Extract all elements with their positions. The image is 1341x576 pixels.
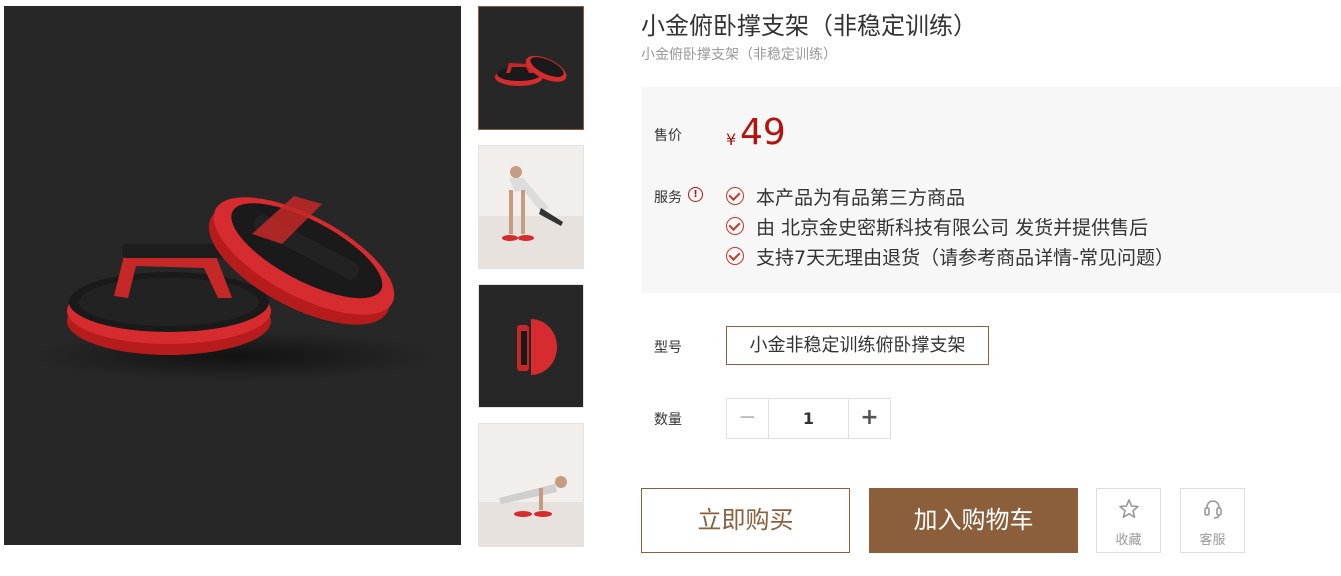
quantity-increase-button[interactable]: + bbox=[848, 399, 890, 438]
service-item-text: 本产品为有品第三方商品 bbox=[756, 186, 966, 209]
thumbnail-3[interactable] bbox=[478, 284, 584, 408]
man-pushup-side-thumb bbox=[479, 424, 583, 546]
service-item: 本产品为有品第三方商品 bbox=[726, 181, 1174, 211]
service-item-text: 支持7天无理由退货（请参考商品详情-常见问题） bbox=[756, 246, 1174, 269]
buy-now-button[interactable]: 立即购买 bbox=[641, 488, 850, 553]
product-subtitle: 小金俯卧撑支架（非稳定训练） bbox=[641, 47, 837, 63]
services-list: 本产品为有品第三方商品 由 北京金史密斯科技有限公司 发货并提供售后 支持7天无… bbox=[726, 181, 1174, 271]
price-value: 49 bbox=[740, 112, 786, 153]
quantity-label: 数量 bbox=[654, 412, 682, 428]
check-circle-icon bbox=[726, 217, 744, 235]
quantity-stepper: − + bbox=[726, 398, 891, 439]
service-item: 由 北京金史密斯科技有限公司 发货并提供售后 bbox=[726, 211, 1174, 241]
model-option-selected[interactable]: 小金非稳定训练俯卧撑支架 bbox=[726, 326, 989, 365]
info-alert-icon[interactable]: ! bbox=[688, 187, 703, 202]
service-item: 支持7天无理由退货（请参考商品详情-常见问题） bbox=[726, 241, 1174, 271]
price-label: 售价 bbox=[654, 128, 682, 144]
add-to-cart-button[interactable]: 加入购物车 bbox=[869, 488, 1078, 553]
star-icon bbox=[1119, 499, 1139, 518]
main-product-image bbox=[4, 6, 461, 545]
thumbnail-1[interactable] bbox=[478, 6, 584, 130]
pushup-stand-top-thumb bbox=[479, 285, 583, 407]
quantity-input[interactable] bbox=[769, 399, 848, 438]
quantity-decrease-button[interactable]: − bbox=[727, 399, 769, 438]
product-title: 小金俯卧撑支架（非稳定训练） bbox=[641, 12, 977, 40]
price-panel: 售价 ¥ 49 服务 ! 本产品为有品第三方商品 由 北京金史密斯科技有限公司 … bbox=[641, 87, 1341, 293]
customer-service-button[interactable]: 客服 bbox=[1180, 488, 1245, 553]
check-circle-icon bbox=[726, 187, 744, 205]
services-label: 服务 bbox=[654, 190, 682, 206]
thumbnail-2[interactable] bbox=[478, 145, 584, 269]
pushup-stand-main-image bbox=[34, 196, 434, 381]
man-pushup-thumb bbox=[479, 146, 583, 268]
check-circle-icon bbox=[726, 247, 744, 265]
favorite-label: 收藏 bbox=[1115, 533, 1142, 548]
favorite-button[interactable]: 收藏 bbox=[1096, 488, 1161, 553]
customer-service-label: 客服 bbox=[1199, 533, 1226, 548]
service-item-text: 由 北京金史密斯科技有限公司 发货并提供售后 bbox=[756, 216, 1149, 239]
thumbnail-4[interactable] bbox=[478, 423, 584, 547]
pushup-stand-thumb bbox=[479, 7, 583, 129]
price-currency: ¥ bbox=[726, 130, 737, 149]
headset-icon bbox=[1204, 500, 1222, 519]
model-label: 型号 bbox=[654, 340, 682, 356]
